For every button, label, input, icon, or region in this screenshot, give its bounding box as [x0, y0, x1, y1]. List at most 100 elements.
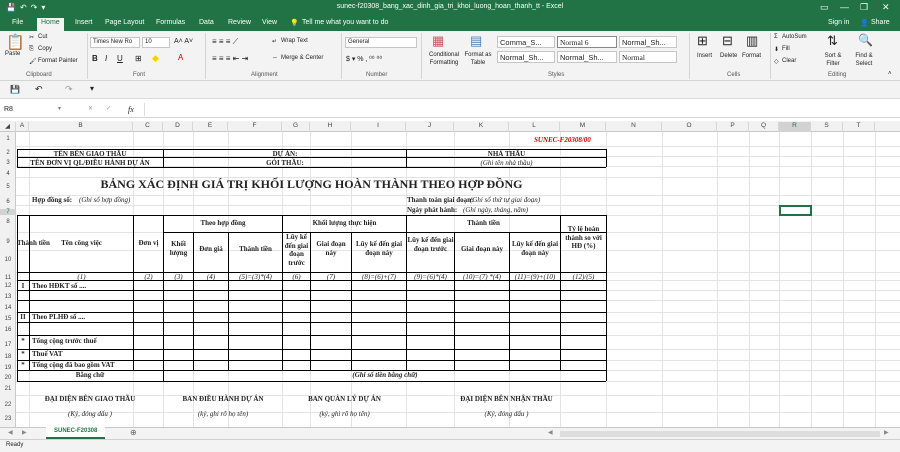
merge-icon[interactable]: ⇔: [272, 55, 278, 61]
col-header[interactable]: E: [193, 122, 228, 132]
copy-icon[interactable]: ⎘: [29, 46, 34, 53]
selected-cell[interactable]: [779, 205, 812, 216]
format-painter-button[interactable]: Format Painter: [38, 58, 78, 64]
hscroll-left-icon[interactable]: ◀: [548, 429, 553, 436]
col-header[interactable]: C: [133, 122, 163, 132]
style-normal-sh-1[interactable]: Normal_Sh...: [619, 36, 677, 48]
row-header[interactable]: 12: [0, 283, 16, 289]
align-left-icon[interactable]: ≡ ≡ ≡ ⇤ ⇥: [212, 54, 248, 63]
insert-function-icon[interactable]: fx: [128, 105, 134, 114]
insert-cells-icon[interactable]: ⊞: [697, 33, 708, 49]
col-header[interactable]: B: [29, 122, 133, 132]
hscroll-right-icon[interactable]: ▶: [884, 429, 889, 436]
row-header[interactable]: 3: [0, 160, 16, 166]
wrap-icon[interactable]: ↵: [272, 38, 277, 45]
col-header[interactable]: D: [163, 122, 193, 132]
fill-icon[interactable]: ⬇: [774, 46, 779, 53]
number-format-combo[interactable]: General: [345, 37, 417, 48]
close-icon[interactable]: ✕: [882, 2, 890, 13]
style-normal[interactable]: Normal: [619, 51, 677, 63]
sheet-tab-active[interactable]: SUNEC-F20308: [46, 427, 106, 439]
col-header[interactable]: S: [811, 122, 843, 132]
tab-insert[interactable]: Insert: [75, 19, 93, 26]
fill-color-icon[interactable]: ◆: [152, 53, 159, 64]
clear-icon[interactable]: ◇: [774, 58, 779, 65]
row-header-selected[interactable]: 7: [0, 209, 16, 215]
col-header[interactable]: T: [843, 122, 875, 132]
scroll-prev-sheet-icon[interactable]: ◀: [8, 429, 13, 436]
horizontal-scrollbar[interactable]: [560, 431, 880, 437]
row-header[interactable]: 10: [0, 257, 16, 263]
autosum-icon[interactable]: Σ: [774, 34, 778, 40]
sign-in-link[interactable]: Sign in: [828, 19, 849, 26]
font-name-combo[interactable]: Times New Ro: [90, 37, 140, 48]
font-color-icon[interactable]: A: [178, 53, 183, 62]
share-button[interactable]: Share: [871, 19, 890, 26]
col-header[interactable]: N: [606, 122, 662, 132]
minimize-icon[interactable]: —: [840, 2, 849, 12]
tab-file[interactable]: File: [12, 19, 23, 26]
row-header[interactable]: 11: [0, 275, 16, 281]
format-table-button[interactable]: Format as Table: [462, 51, 494, 67]
col-header-selected[interactable]: R: [779, 122, 811, 132]
col-header[interactable]: K: [454, 122, 509, 132]
style-normal-sh-3[interactable]: Normal_Sh...: [557, 51, 617, 63]
row-header[interactable]: 23: [0, 416, 16, 422]
select-all-corner[interactable]: ◢: [0, 122, 16, 132]
font-size-combo[interactable]: 10: [142, 37, 170, 48]
row-header[interactable]: 14: [0, 305, 16, 311]
col-header[interactable]: Q: [749, 122, 779, 132]
col-header[interactable]: F: [228, 122, 282, 132]
paste-button[interactable]: Paste: [5, 51, 20, 57]
save-icon[interactable]: 💾: [10, 85, 20, 94]
sort-filter-icon[interactable]: ⇅: [827, 33, 838, 49]
col-header[interactable]: H: [310, 122, 351, 132]
col-header[interactable]: L: [509, 122, 560, 132]
row-header[interactable]: 6: [0, 199, 16, 205]
row-header[interactable]: 2: [0, 150, 16, 156]
format-cells-button[interactable]: Format: [742, 53, 761, 59]
row-header[interactable]: 4: [0, 171, 16, 177]
col-header[interactable]: A: [16, 122, 29, 132]
bold-icon[interactable]: B: [92, 54, 98, 63]
row-header[interactable]: 17: [0, 342, 16, 348]
row-header[interactable]: 1: [0, 136, 16, 142]
redo-icon[interactable]: ↷: [65, 84, 73, 95]
enter-icon[interactable]: ✓: [106, 105, 111, 112]
row-header[interactable]: 13: [0, 294, 16, 300]
tell-me-icon[interactable]: 💡: [290, 19, 299, 27]
undo-icon[interactable]: ↶: [35, 84, 43, 95]
tell-me-box[interactable]: Tell me what you want to do: [302, 19, 388, 26]
clear-button[interactable]: Clear: [782, 58, 796, 64]
row-header[interactable]: 18: [0, 354, 16, 360]
col-header[interactable]: O: [662, 122, 717, 132]
row-header[interactable]: 8: [0, 219, 16, 225]
delete-cells-icon[interactable]: ⊟: [722, 33, 733, 49]
row-header[interactable]: 15: [0, 316, 16, 322]
tab-home[interactable]: Home: [37, 18, 64, 31]
style-normal-sh-2[interactable]: Normal_Sh...: [497, 51, 555, 63]
cancel-icon[interactable]: ✕: [88, 105, 93, 112]
row-header[interactable]: 21: [0, 386, 16, 392]
cut-icon[interactable]: ✂: [29, 34, 34, 41]
underline-icon[interactable]: U: [117, 54, 123, 63]
new-sheet-icon[interactable]: ⊕: [130, 428, 137, 437]
top-align-icon[interactable]: ≡ ≡ ≡ ⟋: [212, 37, 238, 47]
col-header[interactable]: M: [560, 122, 606, 132]
conditional-format-icon[interactable]: ▦: [432, 33, 444, 49]
col-header[interactable]: P: [717, 122, 749, 132]
sort-filter-button[interactable]: Sort & Filter: [818, 52, 848, 68]
format-painter-icon[interactable]: 🖌: [29, 58, 37, 65]
tab-review[interactable]: Review: [228, 19, 251, 26]
col-header[interactable]: G: [282, 122, 310, 132]
style-comma[interactable]: Comma_S...: [497, 36, 555, 48]
row-header[interactable]: 19: [0, 365, 16, 371]
name-box-dropdown-icon[interactable]: ▾: [58, 105, 61, 112]
format-cells-icon[interactable]: ▥: [746, 33, 758, 49]
merge-center-button[interactable]: Merge & Center: [281, 55, 323, 61]
find-select-icon[interactable]: 🔍: [858, 33, 873, 47]
row-header[interactable]: 9: [0, 239, 16, 245]
italic-icon[interactable]: I: [105, 54, 107, 63]
currency-icon[interactable]: $ ▾ % ‚ ⁰⁰ ⁰⁰: [346, 55, 382, 63]
scroll-next-sheet-icon[interactable]: ▶: [22, 429, 27, 436]
